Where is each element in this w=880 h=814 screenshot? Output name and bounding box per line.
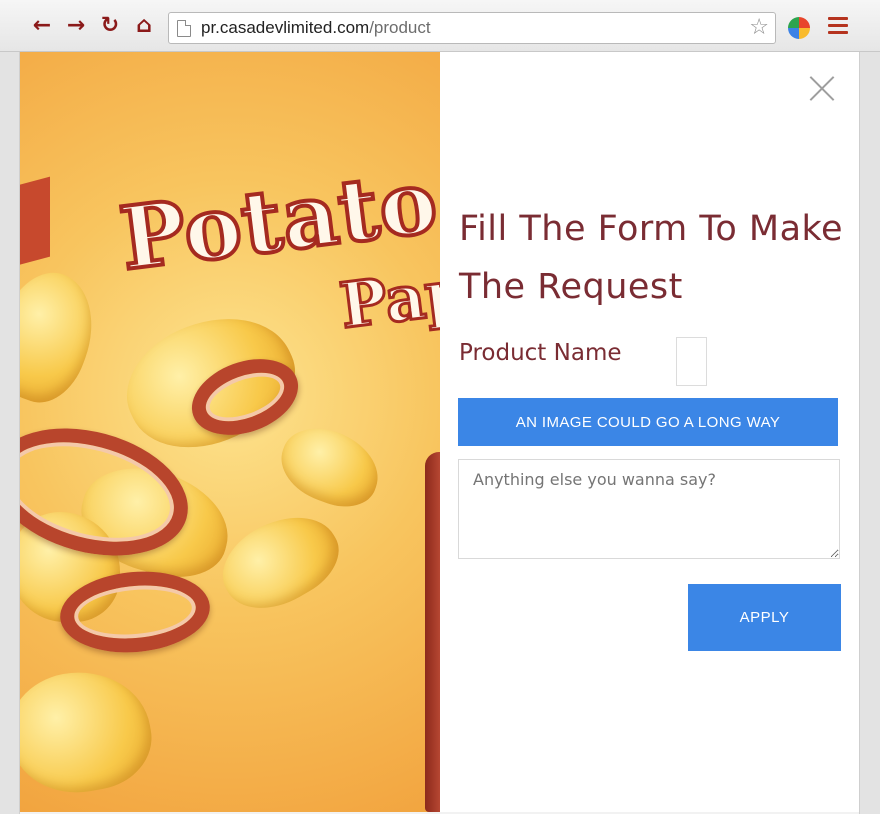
menu-icon[interactable]: [828, 17, 848, 37]
back-arrow-icon[interactable]: ←: [30, 14, 54, 38]
message-textarea[interactable]: [458, 459, 840, 559]
chip-graphic: [271, 417, 389, 517]
extension-icon[interactable]: [788, 17, 810, 39]
product-name-input[interactable]: [676, 337, 707, 386]
apply-button[interactable]: APPLY: [688, 584, 841, 651]
browser-toolbar: ← → ↻ ⌂ pr.casadevlimited.com/product ☆: [0, 0, 880, 52]
address-bar[interactable]: pr.casadevlimited.com/product ☆: [168, 12, 776, 44]
promo-subheadline: Pap: [335, 253, 440, 344]
chip-graphic: [20, 260, 110, 414]
url-path: /product: [369, 18, 431, 37]
bottle-graphic: [425, 452, 440, 812]
bookmark-star-icon[interactable]: ☆: [749, 15, 769, 40]
forward-arrow-icon[interactable]: →: [64, 14, 88, 38]
close-icon[interactable]: [808, 74, 836, 102]
form-title: Fill The Form To Make The Request: [459, 209, 844, 307]
image-upload-button[interactable]: AN IMAGE COULD GO A LONG WAY: [458, 398, 838, 446]
ribbon-graphic: [20, 176, 50, 268]
home-icon[interactable]: ⌂: [132, 14, 156, 38]
page-icon: [177, 20, 191, 37]
url-host: pr.casadevlimited.com: [201, 18, 370, 37]
chip-graphic: [20, 660, 160, 804]
product-promo-image: Potato Pap: [20, 52, 440, 812]
reload-icon[interactable]: ↻: [98, 14, 122, 38]
viewport-right-rail: [859, 52, 880, 814]
chip-graphic: [208, 497, 352, 627]
viewport-left-rail: [0, 52, 20, 814]
product-name-label: Product Name: [459, 340, 622, 366]
address-bar-text: pr.casadevlimited.com/product: [201, 18, 431, 38]
